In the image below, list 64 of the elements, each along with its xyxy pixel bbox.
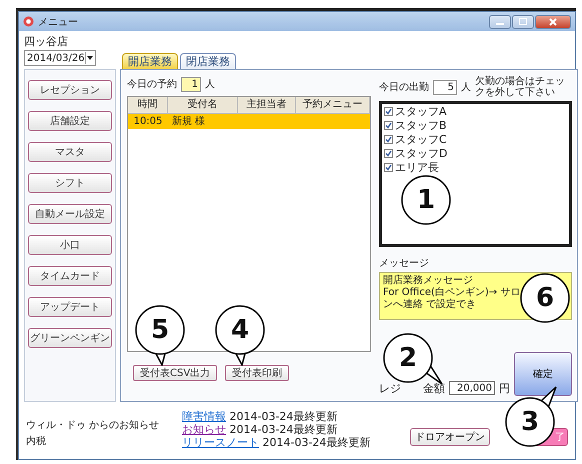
app-icon [23, 16, 34, 27]
currency-label: 円 [499, 380, 510, 396]
attendance-count-field[interactable]: 5 [433, 80, 457, 94]
tax-label: 内税 [26, 434, 47, 448]
update-date: 2014-03-24最終更新 [262, 436, 370, 448]
attendance-label: 今日の出勤 [379, 80, 429, 94]
sidebar-button[interactable]: グリーンペンギン [28, 328, 112, 348]
sidebar-button[interactable]: タイムカード [28, 266, 112, 286]
close-icon [549, 18, 557, 26]
sidebar-button[interactable]: マスタ [28, 142, 112, 162]
notice-link[interactable]: 障害情報 [182, 410, 226, 422]
sidebar-button[interactable]: レセプション [28, 80, 112, 100]
update-date: 2014-03-24最終更新 [230, 410, 338, 422]
checkbox[interactable] [384, 107, 393, 116]
checkbox[interactable] [384, 121, 393, 130]
unit-label: 人 [461, 81, 471, 94]
notice-link[interactable]: お知らせ [182, 422, 226, 436]
message-label: メッセージ [379, 257, 430, 270]
close-button[interactable] [535, 14, 571, 28]
staff-name: スタッフC [395, 132, 447, 147]
sidebar-button[interactable]: 自動メール設定 [28, 204, 112, 224]
amount-label: 金額 [423, 380, 445, 396]
column-header: 主担当者 [238, 97, 296, 114]
checkbox[interactable] [384, 135, 393, 144]
maximize-icon [519, 18, 527, 25]
table-row[interactable]: 10:05 新規 様 [128, 114, 370, 129]
notice-link[interactable]: リリースノート [182, 436, 259, 448]
reservation-count-field[interactable]: 1 [181, 76, 201, 92]
minimize-button[interactable] [489, 14, 511, 28]
staff-name: スタッフB [395, 118, 447, 133]
column-header: 予約メニュー [296, 97, 370, 114]
confirm-button[interactable]: 確定 [514, 352, 572, 396]
sidebar-button[interactable]: 小口 [28, 235, 112, 255]
amount-field[interactable]: 20,000 [449, 381, 495, 395]
attendance-hint: 欠勤の場合はチェックを外して下さい [475, 76, 566, 98]
maximize-button[interactable] [512, 14, 534, 28]
checkbox[interactable] [384, 149, 393, 158]
store-name: 四ッ谷店 [24, 34, 69, 49]
column-header: 時間 [128, 97, 168, 114]
checkbox[interactable] [384, 163, 393, 172]
staff-name: スタッフD [395, 146, 448, 161]
sidebar-button[interactable]: シフト [28, 173, 112, 193]
tab[interactable]: 閉店業務 [180, 53, 236, 69]
sidebar-button[interactable]: アップデート [28, 297, 112, 317]
tab[interactable]: 開店業務 [122, 53, 178, 69]
time-cell-text: 10:05 [132, 115, 164, 129]
notice-source: ウィル・ドゥ からのお知らせ [26, 419, 160, 432]
date-dropdown[interactable]: 2014/03/26 [24, 50, 96, 66]
name-cell-text: 新規 様 [171, 114, 206, 129]
callout-bubble: 4 [204, 294, 276, 366]
sidebar-button[interactable]: 店舗設定 [28, 111, 112, 131]
update-date: 2014-03-24最終更新 [230, 422, 338, 436]
unit-label: 人 [205, 78, 215, 91]
staff-name: エリア長 [395, 160, 439, 175]
column-header: 受付名 [168, 97, 238, 114]
reservation-label: 今日の予約 [127, 78, 177, 91]
register-label: レジ [379, 380, 401, 396]
staff-name: スタッフA [395, 104, 447, 119]
window-title: メニュー [38, 16, 78, 28]
callout-bubble: 5 [124, 294, 196, 366]
drawer-open-button[interactable]: ドロアオープン [410, 428, 490, 446]
table-action-button[interactable]: 受付表CSV出力 [133, 365, 218, 381]
table-action-button[interactable]: 受付表印刷 [225, 365, 290, 381]
dropdown-arrow-icon [87, 56, 94, 60]
